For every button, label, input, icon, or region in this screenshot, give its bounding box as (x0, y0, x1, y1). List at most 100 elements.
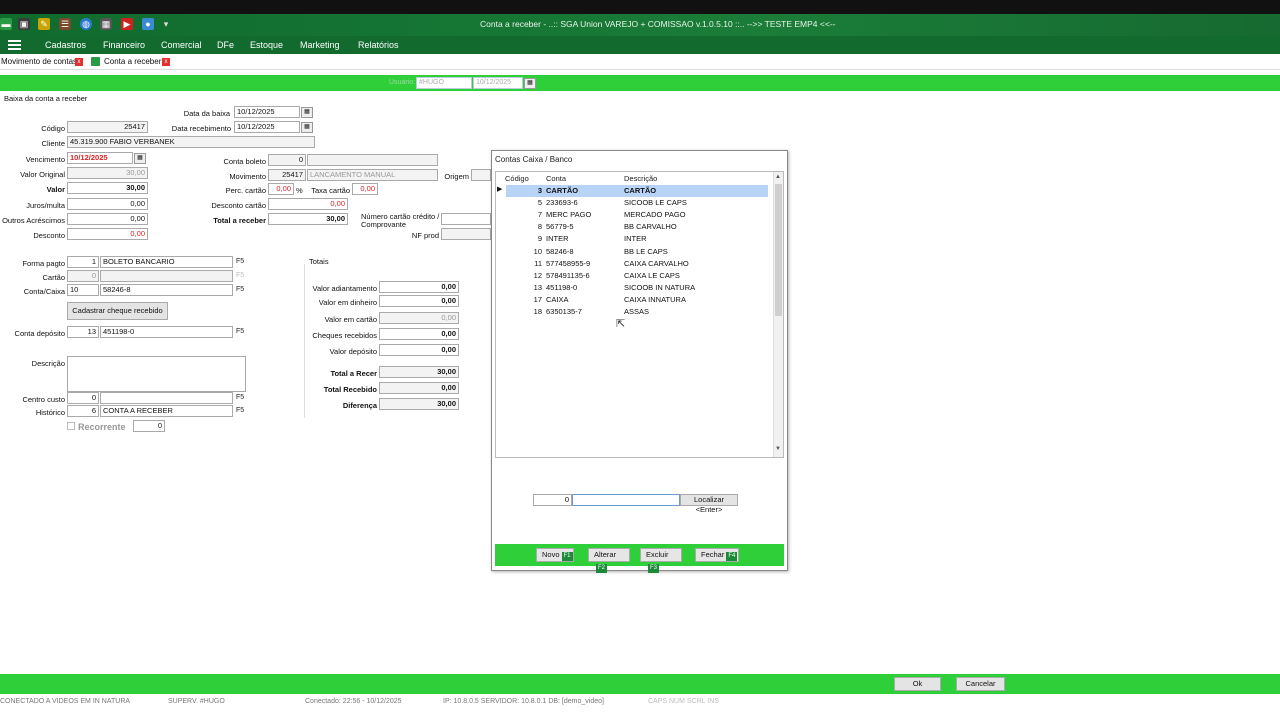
table-row[interactable]: 10 58246-8 BB LE CAPS (506, 246, 768, 258)
calendar-icon[interactable]: ▦ (524, 78, 536, 89)
cell-conta: 6350135-7 (546, 307, 582, 316)
conta-caixa-f5[interactable]: F5 (236, 286, 244, 293)
table-row[interactable]: 18 6350135-7 ASSAS (506, 306, 768, 318)
alterar-button[interactable]: Alterar F2 (588, 548, 630, 573)
historico-code[interactable]: 6 (67, 405, 99, 417)
nf-prod-field[interactable] (441, 228, 491, 240)
data-recebimento-field[interactable]: 10/12/2025 (234, 121, 300, 133)
tab-bar: Movimento de contas x Conta a receber x (0, 54, 1280, 70)
status-user: SUPERV. #HUGO (168, 698, 225, 705)
table-row[interactable]: 9 INTER INTER (506, 233, 768, 245)
vencimento-field[interactable]: 10/12/2025 (67, 152, 133, 164)
cancelar-button[interactable]: Cancelar (956, 677, 1005, 691)
table-row[interactable]: 8 56779-5 BB CARVALHO (506, 221, 768, 233)
conta-deposito-code[interactable]: 13 (67, 326, 99, 338)
localizar-button[interactable]: Localizar <Enter> (680, 494, 738, 514)
calendar-icon[interactable]: ▦ (301, 122, 313, 133)
cell-codigo: 3 (537, 186, 542, 195)
conta-boleto-field[interactable]: 0 (268, 154, 306, 166)
outros-acrescimos-label: Outros Acréscimos (2, 216, 65, 225)
valor-dinheiro-field[interactable]: 0,00 (379, 295, 459, 307)
cell-descricao: CAIXA INNATURA (624, 294, 686, 304)
cell-conta: 451198-0 (546, 282, 578, 292)
historico-label: Histórico (35, 408, 65, 417)
valor-original-field: 30,00 (67, 167, 148, 179)
cadastrar-cheque-button[interactable]: Cadastrar cheque recebido (67, 302, 168, 320)
fechar-button[interactable]: Fechar F4 (695, 548, 739, 562)
table-row[interactable]: 12 578491135-6 CAIXA LE CAPS (506, 270, 768, 282)
table-row[interactable]: 5 233693-6 SICOOB LE CAPS (506, 197, 768, 209)
vencimento-label: Vencimento (25, 155, 65, 164)
list-icon[interactable]: ☰ (59, 18, 71, 30)
menu-marketing[interactable]: Marketing (300, 40, 340, 50)
chat-icon[interactable]: ● (142, 18, 154, 30)
recorrente-checkbox[interactable] (67, 422, 75, 430)
scroll-down-icon[interactable]: ▼ (775, 446, 781, 452)
total-a-recer-field: 30,00 (379, 366, 459, 378)
col-descricao-header[interactable]: Descrição (624, 174, 657, 183)
centro-custo-f5[interactable]: F5 (236, 394, 244, 401)
taxa-cartao-field[interactable]: 0,00 (352, 183, 378, 195)
descricao-textarea[interactable] (67, 356, 246, 392)
close-tab-icon[interactable]: x (75, 58, 83, 66)
calendar-icon[interactable]: ▦ (134, 153, 146, 164)
calculator-icon[interactable]: ▦ (100, 18, 112, 30)
tab-conta-receber[interactable]: Conta a receber (104, 57, 161, 66)
valor-label: Valor (46, 185, 65, 194)
globe-icon[interactable]: ◍ (80, 18, 92, 30)
quick-icon-2[interactable]: ▣ (18, 18, 30, 30)
hamburger-menu-icon[interactable] (8, 40, 21, 50)
menu-cadastros[interactable]: Cadastros (45, 40, 86, 50)
desconto-field[interactable]: 0,00 (67, 228, 148, 240)
table-row[interactable]: 13 451198-0 SICOOB IN NATURA (506, 282, 768, 294)
conta-deposito-f5[interactable]: F5 (236, 328, 244, 335)
menu-estoque[interactable]: Estoque (250, 40, 283, 50)
cell-conta: 233693-6 (546, 198, 578, 208)
conta-caixa-code[interactable]: 10 (67, 284, 99, 296)
col-codigo-header[interactable]: Código (505, 174, 529, 183)
valor-field[interactable]: 30,00 (67, 182, 148, 194)
excluir-button[interactable]: Excluir F3 (640, 548, 682, 573)
table-row[interactable]: 17 CAIXA CAIXA INNATURA (506, 294, 768, 306)
juros-field[interactable]: 0,00 (67, 198, 148, 210)
ok-button[interactable]: Ok (894, 677, 941, 691)
scroll-thumb[interactable] (775, 184, 782, 316)
quick-icon-1[interactable]: ▬ (0, 18, 12, 30)
tool-icon[interactable]: ✎ (38, 18, 50, 30)
desconto-cartao-field[interactable]: 0,00 (268, 198, 348, 210)
tab-movimento-contas[interactable]: Movimento de contas (1, 57, 77, 66)
data-baixa-field[interactable]: 10/12/2025 (234, 106, 300, 118)
origem-label: Origem (444, 172, 469, 181)
search-code-field[interactable]: 0 (533, 494, 572, 506)
close-tab-icon[interactable]: x (162, 58, 170, 66)
scroll-up-icon[interactable]: ▲ (775, 174, 781, 180)
grid-scrollbar[interactable]: ▲ ▼ (773, 172, 783, 457)
menu-financeiro[interactable]: Financeiro (103, 40, 145, 50)
search-input[interactable] (572, 494, 680, 506)
numero-cartao-field[interactable] (441, 213, 491, 225)
historico-f5[interactable]: F5 (236, 407, 244, 414)
cliente-field: 45.319.900 FABIO VERBANEK (67, 136, 315, 148)
menu-dfe[interactable]: DFe (217, 40, 234, 50)
table-row[interactable]: 7 MERC PAGO MERCADO PAGO (506, 209, 768, 221)
calendar-icon[interactable]: ▦ (301, 107, 313, 118)
menu-comercial[interactable]: Comercial (161, 40, 202, 50)
centro-custo-code[interactable]: 0 (67, 392, 99, 404)
section-title: Baixa da conta a receber (4, 94, 88, 103)
recorrente-field[interactable]: 0 (133, 420, 165, 432)
perc-cartao-field[interactable]: 0,00 (268, 183, 294, 195)
table-row[interactable]: 3 CARTÃO CARTÃO (506, 185, 768, 197)
origem-field (471, 169, 491, 181)
cell-codigo: 9 (537, 234, 542, 244)
dropdown-icon[interactable]: ▾ (160, 18, 172, 30)
outros-acrescimos-field[interactable]: 0,00 (67, 213, 148, 225)
menu-relatorios[interactable]: Relatórios (358, 40, 399, 50)
play-icon[interactable]: ▶ (121, 18, 133, 30)
novo-button[interactable]: Novo F1 (536, 548, 574, 562)
table-row[interactable]: 11 577458955-9 CAIXA CARVALHO (506, 258, 768, 270)
forma-pagto-code[interactable]: 1 (67, 256, 99, 268)
f3-key: F3 (648, 564, 660, 573)
col-conta-header[interactable]: Conta (546, 174, 566, 183)
forma-pagto-f5[interactable]: F5 (236, 258, 244, 265)
valor-deposito-field[interactable]: 0,00 (379, 344, 459, 356)
